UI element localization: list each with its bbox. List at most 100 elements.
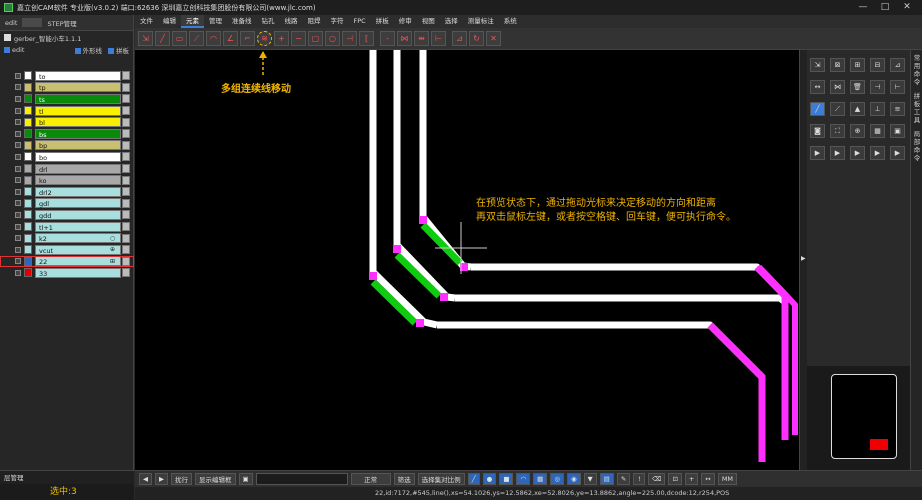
layer-row[interactable]: bp: [0, 140, 134, 152]
layer-row[interactable]: 33: [0, 267, 134, 279]
command-button[interactable]: ⋈: [830, 80, 845, 94]
bracket-icon[interactable]: [: [359, 31, 374, 46]
vertical-tab[interactable]: 常用命令: [912, 54, 922, 86]
menu-item[interactable]: 字符: [326, 15, 349, 28]
multi-line-move-icon[interactable]: ≋: [257, 31, 272, 46]
layer-color-swatch[interactable]: [24, 233, 32, 243]
layer-option-box[interactable]: [122, 198, 130, 208]
arc-icon[interactable]: ◠: [206, 31, 221, 46]
layer-option-box[interactable]: [122, 164, 130, 174]
layer-visibility-checkbox[interactable]: [15, 107, 21, 114]
command-button[interactable]: ⊥: [870, 102, 885, 116]
layer-option-box[interactable]: [122, 222, 130, 232]
layer-option-box[interactable]: [122, 268, 130, 278]
add-icon[interactable]: +: [274, 31, 289, 46]
command-button[interactable]: ↔: [810, 80, 825, 94]
tab-edit[interactable]: edit: [0, 19, 22, 27]
menu-item[interactable]: 编辑: [158, 15, 181, 28]
layer-option-box[interactable]: [122, 245, 130, 255]
collapse-arrow-icon[interactable]: ▶: [801, 255, 806, 262]
layer-row[interactable]: 22 ⊞: [0, 255, 134, 268]
command-button[interactable]: ▶: [850, 146, 865, 160]
cross-icon[interactable]: +: [684, 473, 699, 485]
menu-item[interactable]: 阻焊: [303, 15, 326, 28]
command-button[interactable]: ◙: [810, 124, 825, 138]
menu-item[interactable]: 视图: [417, 15, 440, 28]
align-icon[interactable]: ⇹: [414, 31, 429, 46]
prev-button[interactable]: ◀: [139, 473, 152, 485]
menu-item[interactable]: 文件: [135, 15, 158, 28]
minus-icon[interactable]: −: [291, 31, 306, 46]
delete-icon[interactable]: ✕: [486, 31, 501, 46]
split-icon[interactable]: ⊣: [342, 31, 357, 46]
pen-icon[interactable]: ✎: [616, 473, 631, 485]
command-button[interactable]: ╱: [810, 102, 825, 116]
layer-row[interactable]: bs: [0, 128, 134, 140]
eraser-icon[interactable]: ⌫: [648, 473, 666, 485]
trace-2-right[interactable]: [455, 294, 789, 440]
layer-view-icon[interactable]: ▤: [599, 473, 614, 485]
layer-option-box[interactable]: [122, 152, 130, 162]
layer-color-swatch[interactable]: [24, 140, 32, 150]
corner-icon[interactable]: ⌐: [240, 31, 255, 46]
snap-icon[interactable]: ⊢: [431, 31, 446, 46]
layer-visibility-checkbox[interactable]: [15, 235, 21, 242]
layer-visibility-checkbox[interactable]: [15, 95, 21, 102]
layer-row[interactable]: bl: [0, 116, 134, 128]
layer-visibility-checkbox[interactable]: [15, 223, 21, 230]
menu-item[interactable]: 准备线: [227, 15, 257, 28]
layer-option-box[interactable]: [122, 175, 130, 185]
rotate-icon[interactable]: ↻: [469, 31, 484, 46]
layer-option-box[interactable]: [122, 129, 130, 139]
layer-row[interactable]: ko: [0, 174, 134, 186]
minimap-viewport[interactable]: [870, 439, 888, 450]
command-button[interactable]: ⊣: [870, 80, 885, 94]
command-button[interactable]: ⟋: [830, 102, 845, 116]
layer-color-swatch[interactable]: [24, 268, 32, 278]
angle-icon[interactable]: ∠: [223, 31, 238, 46]
close-button[interactable]: ✕: [896, 0, 918, 15]
layer-visibility-checkbox[interactable]: [15, 130, 21, 137]
layer-color-swatch[interactable]: [24, 129, 32, 139]
command-button[interactable]: ≡: [890, 102, 905, 116]
layer-color-swatch[interactable]: [24, 175, 32, 185]
slant-icon[interactable]: ⟋: [189, 31, 204, 46]
layer-visibility-checkbox[interactable]: [15, 142, 21, 149]
layer-color-swatch[interactable]: [24, 256, 32, 266]
funnel-icon[interactable]: ▼: [583, 473, 597, 485]
layer-color-swatch[interactable]: [24, 164, 32, 174]
command-button[interactable]: ⊠: [830, 58, 845, 72]
menu-item[interactable]: 测量标注: [463, 15, 499, 28]
layer-option-box[interactable]: [122, 117, 130, 127]
step-row[interactable]: edit 外形线 拼板: [0, 44, 133, 56]
target-tool-icon[interactable]: ◎: [550, 473, 564, 485]
layer-visibility-checkbox[interactable]: [15, 119, 21, 126]
layer-row[interactable]: tl: [0, 105, 134, 117]
selected-segment-3[interactable]: [420, 222, 463, 266]
command-button[interactable]: ⊢: [890, 80, 905, 94]
layer-row[interactable]: ts: [0, 93, 134, 105]
grid-tool-icon[interactable]: ▦: [533, 473, 548, 485]
layer-option-box[interactable]: [122, 140, 130, 150]
layer-option-box[interactable]: [122, 187, 130, 197]
lock-icon[interactable]: ⊡: [668, 473, 682, 485]
line-tool-icon[interactable]: ╱: [467, 473, 480, 485]
unit-select[interactable]: MM: [717, 473, 738, 485]
vertical-tab[interactable]: 局部命令: [912, 130, 922, 162]
menu-item[interactable]: FPC: [349, 15, 371, 28]
layer-row[interactable]: tl+1: [0, 221, 134, 233]
selected-segment-2[interactable]: [394, 252, 442, 299]
layer-option-box[interactable]: [122, 210, 130, 220]
command-button[interactable]: ▶: [830, 146, 845, 160]
pcb-canvas[interactable]: 多组连续线移动 在预览状态下，通过拖动光标来决定移动的方向和距离 再双击鼠标左键…: [135, 50, 799, 470]
menu-item[interactable]: 线路: [280, 15, 303, 28]
minimap[interactable]: [831, 374, 897, 459]
layer-color-swatch[interactable]: [24, 106, 32, 116]
trace-1-right[interactable]: [437, 321, 766, 462]
menu-item[interactable]: 选择: [440, 15, 463, 28]
trace-3-right[interactable]: [471, 263, 786, 296]
command-button[interactable]: ▦: [870, 124, 885, 138]
layer-option-box[interactable]: [122, 106, 130, 116]
layer-row[interactable]: gdl: [0, 198, 134, 210]
arc-tool-icon[interactable]: ◠: [516, 473, 531, 485]
